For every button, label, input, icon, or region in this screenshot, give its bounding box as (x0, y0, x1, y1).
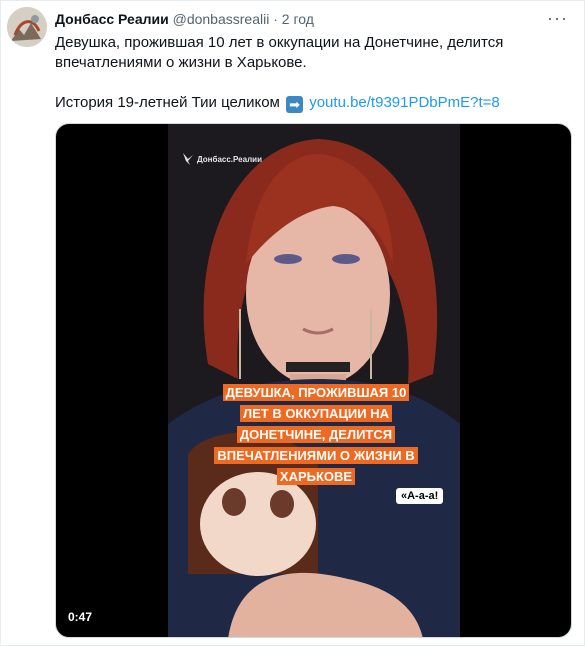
video-caption: ДЕВУШКА, ПРОЖИВШАЯ 10 ЛЕТ В ОККУПАЦИИ НА… (212, 382, 420, 487)
tweet-header: Донбасс Реалии @donbassrealii · 2 год (55, 10, 314, 28)
brand-text: Донбасс.Реалии (197, 155, 262, 165)
youtube-link[interactable]: youtu.be/t9391PDbPmE?t=8 (309, 94, 500, 111)
video-still (168, 124, 460, 637)
video-duration: 0:47 (68, 610, 93, 624)
right-arrow-icon: ➡ (286, 96, 304, 113)
more-dots-icon[interactable]: ··· (547, 9, 568, 27)
author-handle[interactable]: @donbassrealii (173, 11, 270, 27)
author-name[interactable]: Донбасс Реалии (55, 11, 169, 27)
bird-logo-icon (182, 152, 194, 168)
video-caption-text: ДЕВУШКА, ПРОЖИВШАЯ 10 ЛЕТ В ОККУПАЦИИ НА… (214, 384, 418, 485)
tweet-text-line1: Девушка, прожившая 10 лет в оккупации на… (55, 34, 504, 71)
tweet-text: Девушка, прожившая 10 лет в оккупации на… (55, 33, 570, 113)
video-frame[interactable]: Донбасс.Реалии ДЕВУШКА, ПРОЖИВШАЯ 10 ЛЕТ… (168, 124, 460, 637)
tweet[interactable]: Донбасс Реалии @donbassrealii · 2 год ··… (0, 0, 585, 646)
brand-watermark: Донбасс.Реалии (182, 152, 262, 168)
tweet-text-line2: История 19-летней Тии целиком ➡ youtu.be… (55, 93, 570, 113)
avatar[interactable] (7, 7, 47, 47)
tweet-text-prefix: История 19-летней Тии целиком (55, 94, 280, 111)
quote-bubble: «А-а-а! (396, 488, 444, 504)
video-player[interactable]: Донбасс.Реалии ДЕВУШКА, ПРОЖИВШАЯ 10 ЛЕТ… (55, 123, 572, 638)
separator-dot: · (273, 11, 278, 27)
timestamp[interactable]: 2 год (282, 11, 314, 27)
